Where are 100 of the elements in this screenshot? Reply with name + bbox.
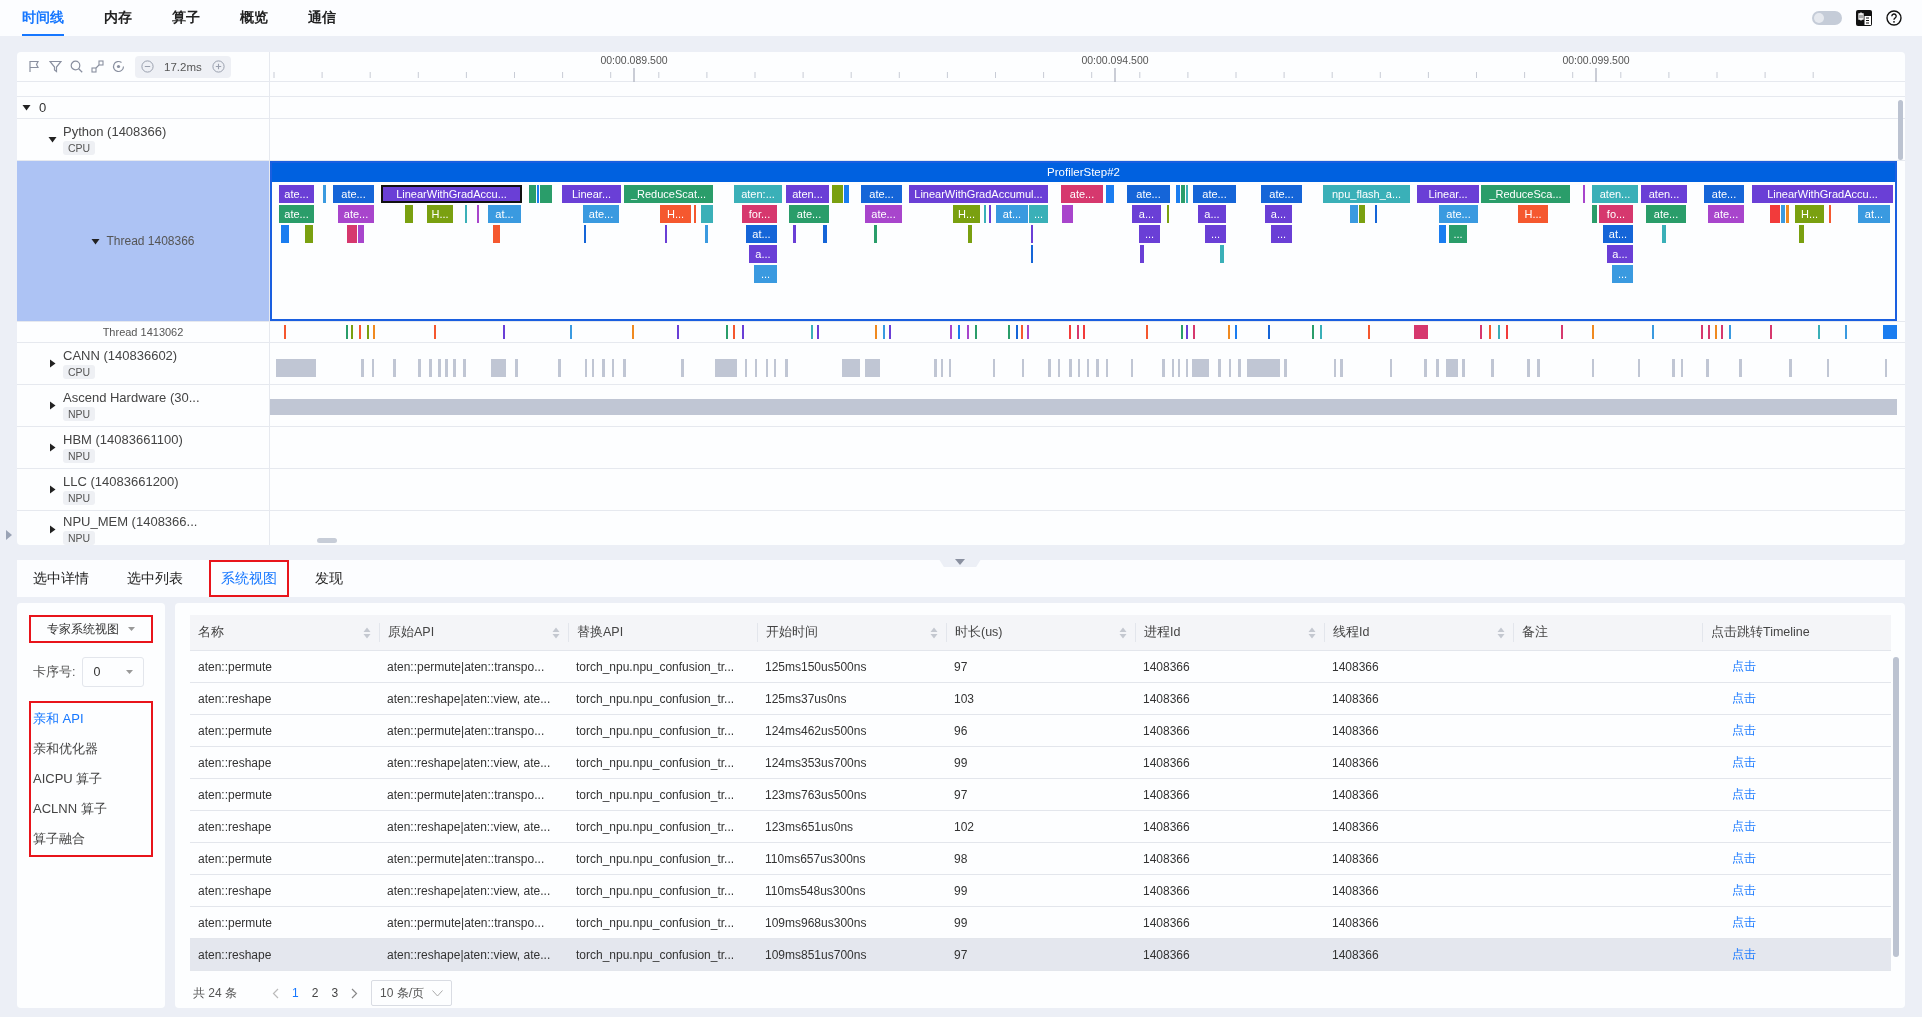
table-row[interactable]: aten::reshape aten::reshape|aten::view, ate... torch_npu.npu_confusion_tr... 125ms37us0ns 103 1408366 1408366 点击: [190, 683, 1891, 715]
table-row[interactable]: aten::permute aten::permute|aten::transpo... torch_npu.npu_confusion_tr... 124ms462us500ns 96 1408366 1408366 点击: [190, 715, 1891, 747]
slice-block[interactable]: ate...: [865, 205, 902, 223]
slice-block[interactable]: ate...: [1704, 185, 1744, 203]
slice-block[interactable]: a...: [1132, 205, 1161, 223]
next-page-icon[interactable]: [351, 987, 359, 999]
slice-block[interactable]: aten...: [786, 185, 829, 203]
panel-tab[interactable]: 选中列表: [115, 560, 195, 597]
nav-tab[interactable]: 通信: [308, 0, 336, 36]
slice-block[interactable]: aten...: [1641, 185, 1687, 203]
slice-block[interactable]: LinearWithGradAccumul...: [909, 185, 1048, 203]
table-row[interactable]: aten::reshape aten::reshape|aten::view, ate... torch_npu.npu_confusion_tr... 109ms851us700ns 97 1408366 1408366 点击: [190, 939, 1891, 971]
column-header[interactable]: 名称: [190, 623, 379, 642]
slice-block[interactable]: at...: [746, 225, 777, 243]
timeline-link[interactable]: 点击: [1732, 786, 1756, 803]
previous-page-icon[interactable]: [272, 987, 279, 999]
slice-block[interactable]: ...: [1205, 225, 1226, 243]
category-item[interactable]: 亲和 API: [33, 704, 149, 734]
table-row[interactable]: aten::reshape aten::reshape|aten::view, ate... torch_npu.npu_confusion_tr... 110ms548us300ns 99 1408366 1408366 点击: [190, 875, 1891, 907]
column-header[interactable]: 点击跳转Timeline: [1702, 623, 1891, 642]
thread-row-header[interactable]: Thread 1408366: [17, 161, 270, 321]
column-header[interactable]: 替换API: [568, 623, 757, 642]
column-header[interactable]: 备注: [1513, 623, 1702, 642]
table-row[interactable]: aten::permute aten::permute|aten::transpo... torch_npu.npu_confusion_tr... 125ms150us500ns 97 1408366 1408366 点击: [190, 651, 1891, 683]
slice-block[interactable]: LinearWithGradAccu...: [1752, 185, 1893, 203]
toggle-switch[interactable]: [1812, 11, 1842, 25]
slice-block[interactable]: ate...: [279, 205, 314, 223]
category-item[interactable]: ACLNN 算子: [33, 794, 149, 824]
panel-tab[interactable]: 选中详情: [21, 560, 101, 597]
link-icon[interactable]: [91, 60, 104, 73]
search-icon[interactable]: [70, 60, 83, 73]
slice-block[interactable]: Linear...: [562, 185, 621, 203]
slice-block[interactable]: a...: [1265, 205, 1292, 223]
slice-block[interactable]: ate...: [333, 185, 374, 203]
page-number[interactable]: 2: [311, 986, 319, 1000]
scrollbar-thumb[interactable]: [1893, 657, 1899, 957]
slice-block[interactable]: a...: [1198, 205, 1226, 223]
expand-handle-icon[interactable]: [5, 530, 12, 540]
card-dropdown[interactable]: 0: [82, 657, 145, 687]
expand-icon[interactable]: [22, 103, 31, 112]
scrollbar-thumb[interactable]: [317, 538, 337, 543]
slice-block[interactable]: at...: [1603, 225, 1633, 243]
slice-block[interactable]: _ReduceScat...: [624, 185, 713, 203]
nav-tab[interactable]: 内存: [104, 0, 132, 36]
slice-block[interactable]: Linear...: [1417, 185, 1479, 203]
expand-icon[interactable]: [48, 443, 57, 452]
expand-icon[interactable]: [48, 485, 57, 494]
page-size-dropdown[interactable]: 10 条/页: [371, 980, 453, 1006]
slice-block[interactable]: ...: [1139, 225, 1160, 243]
slice-block[interactable]: a...: [1607, 245, 1633, 263]
scrollbar-thumb[interactable]: [1898, 100, 1903, 160]
panel-tab[interactable]: 发现: [303, 560, 355, 597]
timeline-link[interactable]: 点击: [1732, 690, 1756, 707]
table-row[interactable]: aten::reshape aten::reshape|aten::view, ate... torch_npu.npu_confusion_tr... 124ms353us700ns 99 1408366 1408366 点击: [190, 747, 1891, 779]
timeline-link[interactable]: 点击: [1732, 946, 1756, 963]
slice-block[interactable]: ate...: [1061, 185, 1103, 203]
column-header[interactable]: 线程Id: [1324, 623, 1513, 642]
slice-block[interactable]: ate...: [279, 185, 314, 203]
zoom-out-icon[interactable]: [141, 60, 154, 73]
language-icon[interactable]: [1856, 10, 1872, 26]
view-dropdown[interactable]: 专家系统视图: [29, 615, 153, 643]
slice-block[interactable]: ate...: [338, 205, 374, 223]
column-header[interactable]: 时长(us): [946, 623, 1135, 642]
timeline-link[interactable]: 点击: [1732, 882, 1756, 899]
filter-icon[interactable]: [49, 60, 62, 73]
timeline-link[interactable]: 点击: [1732, 658, 1756, 675]
flag-icon[interactable]: [28, 60, 41, 73]
timeline-link[interactable]: 点击: [1732, 722, 1756, 739]
expand-icon[interactable]: [48, 359, 57, 368]
column-header[interactable]: 原始API: [379, 623, 568, 642]
expand-icon[interactable]: [48, 524, 57, 534]
slice-block[interactable]: ate...: [789, 205, 829, 223]
step-bar[interactable]: ProfilerStep#2: [272, 163, 1895, 182]
slice-block[interactable]: a...: [749, 245, 777, 263]
timeline-link[interactable]: 点击: [1732, 754, 1756, 771]
timeline-link[interactable]: 点击: [1732, 914, 1756, 931]
slice-block[interactable]: ...: [1271, 225, 1292, 243]
category-item[interactable]: 算子融合: [33, 824, 149, 854]
timeline-link[interactable]: 点击: [1732, 818, 1756, 835]
nav-tab[interactable]: 概览: [240, 0, 268, 36]
thread-row-header[interactable]: Thread 1413062: [17, 322, 270, 342]
slice-block[interactable]: ...: [1449, 225, 1467, 243]
help-icon[interactable]: [1886, 10, 1902, 26]
timeline-link[interactable]: 点击: [1732, 850, 1756, 867]
slice-block[interactable]: ate...: [1127, 185, 1170, 203]
slice-block[interactable]: LinearWithGradAccu...: [381, 185, 522, 203]
page-number[interactable]: 1: [292, 986, 299, 1000]
panel-tab[interactable]: 系统视图: [209, 560, 289, 597]
table-row[interactable]: aten::permute aten::permute|aten::transpo... torch_npu.npu_confusion_tr... 110ms657us300ns 98 1408366 1408366 点击: [190, 843, 1891, 875]
slice-block[interactable]: ate...: [1646, 205, 1686, 223]
zoom-in-icon[interactable]: [211, 60, 225, 73]
slice-block[interactable]: fo...: [1599, 205, 1633, 223]
table-row[interactable]: aten::permute aten::permute|aten::transpo... torch_npu.npu_confusion_tr... 123ms763us500ns 97 1408366 1408366 点击: [190, 779, 1891, 811]
column-header[interactable]: 进程Id: [1135, 623, 1324, 642]
table-row[interactable]: aten::reshape aten::reshape|aten::view, ate... torch_npu.npu_confusion_tr... 123ms651us0ns 102 1408366 1408366 点击: [190, 811, 1891, 843]
expand-icon[interactable]: [91, 236, 101, 246]
column-header[interactable]: 开始时间: [757, 623, 946, 642]
slice-block[interactable]: ate...: [861, 185, 902, 203]
category-item[interactable]: AICPU 算子: [33, 764, 149, 794]
reset-icon[interactable]: [112, 60, 125, 73]
